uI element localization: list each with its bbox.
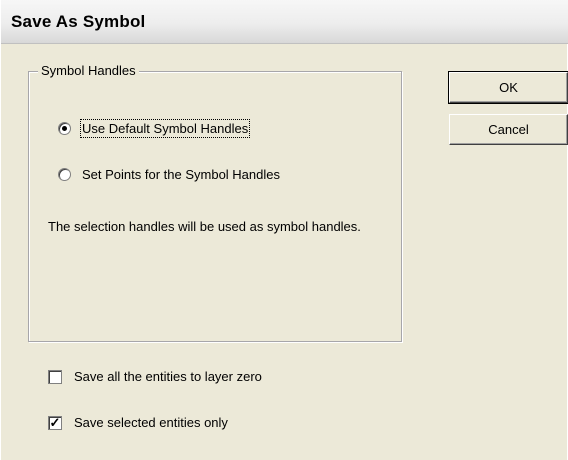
save-as-symbol-dialog: Save As Symbol Symbol Handles Use Defaul… [0, 0, 568, 460]
checkbox-checked[interactable]: ✓ [48, 415, 62, 430]
ok-button[interactable]: OK [448, 71, 568, 104]
radio-set-points-handles[interactable]: Set Points for the Symbol Handles [58, 167, 280, 182]
symbol-handles-group-label: Symbol Handles [38, 63, 139, 78]
radio-dot-icon [62, 126, 67, 131]
radio-button-unselected[interactable] [58, 168, 71, 181]
radio-use-default-handles[interactable]: Use Default Symbol Handles [58, 119, 251, 138]
checkbox-label-layer-zero: Save all the entities to layer zero [74, 369, 262, 384]
checkmark-icon: ✓ [49, 415, 61, 430]
checkbox-label-selected-only: Save selected entities only [74, 415, 228, 430]
checkbox-save-layer-zero[interactable]: Save all the entities to layer zero [48, 369, 262, 384]
title-bar[interactable]: Save As Symbol [1, 0, 568, 44]
cancel-button[interactable]: Cancel [449, 114, 568, 145]
symbol-handles-group [28, 71, 402, 342]
radio-label-use-default: Use Default Symbol Handles [79, 119, 251, 138]
checkbox-save-selected-only[interactable]: ✓ Save selected entities only [48, 415, 228, 430]
handles-description: The selection handles will be used as sy… [48, 219, 361, 234]
window-title: Save As Symbol [11, 12, 146, 31]
radio-button-selected[interactable] [58, 122, 71, 135]
radio-label-set-points: Set Points for the Symbol Handles [82, 167, 280, 182]
checkbox-unchecked[interactable] [48, 369, 62, 384]
